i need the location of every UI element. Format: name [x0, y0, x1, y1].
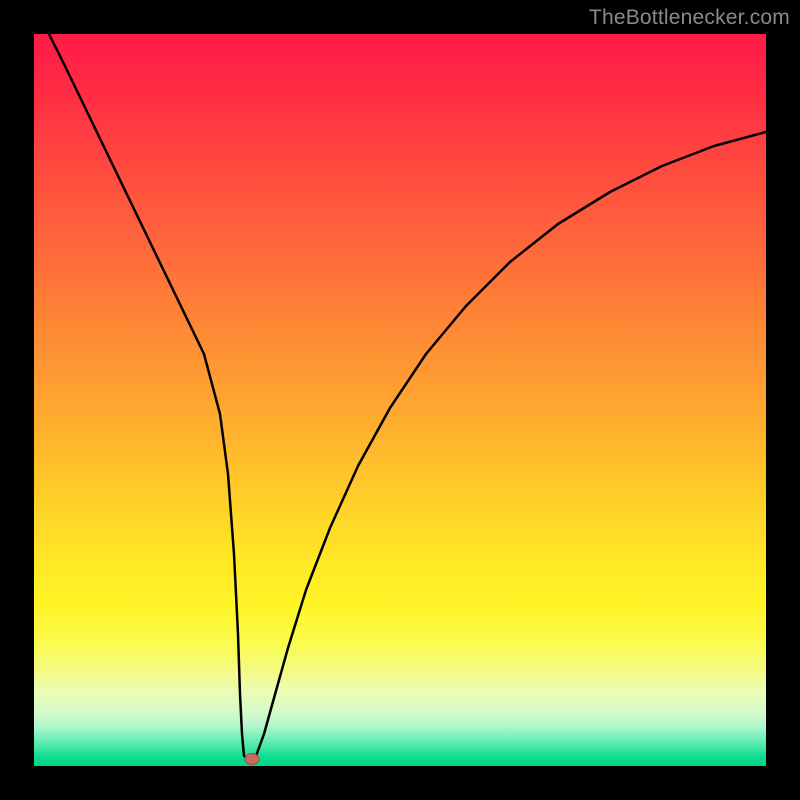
watermark-text: TheBottlenecker.com	[589, 6, 790, 30]
minimum-marker	[245, 754, 259, 765]
chart-frame: TheBottlenecker.com	[0, 0, 800, 800]
plot-area	[34, 34, 766, 766]
curve-svg	[34, 34, 766, 766]
bottleneck-curve	[34, 34, 766, 760]
